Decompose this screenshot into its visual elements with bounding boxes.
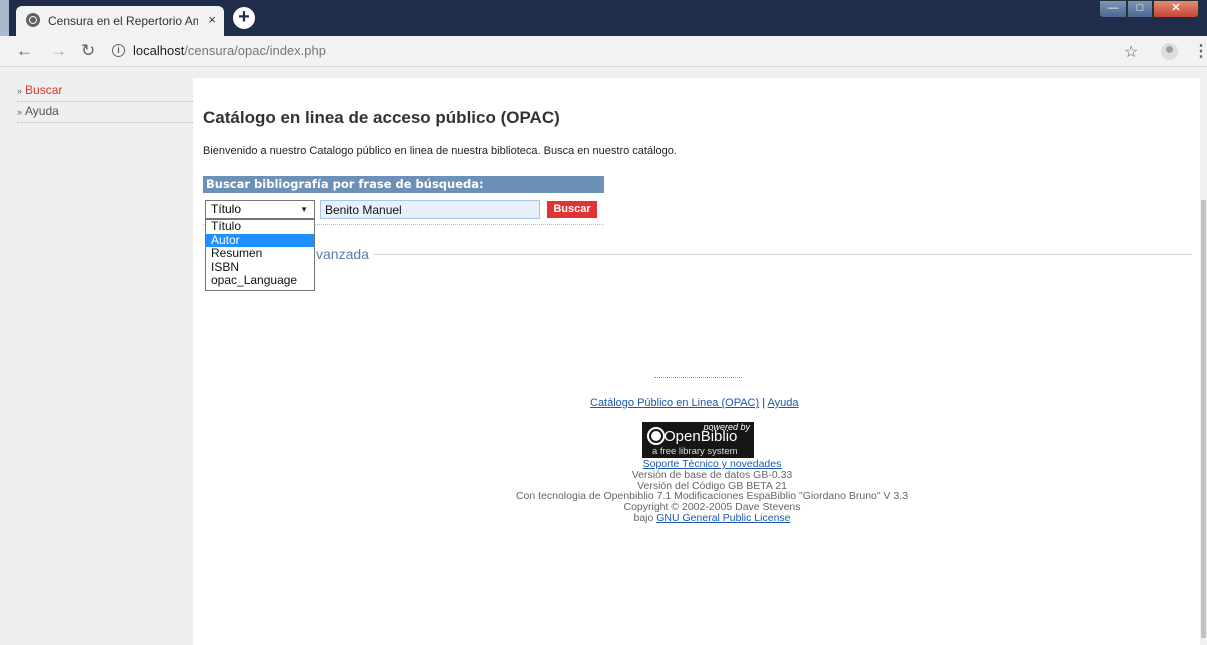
menu-icon[interactable]: ⋮	[1193, 41, 1207, 61]
sidebar-item-ayuda[interactable]: » Ayuda	[17, 102, 193, 123]
dropdown-option-titulo[interactable]: Título	[206, 219, 314, 234]
page-title: Catálogo en linea de acceso público (OPA…	[203, 108, 560, 127]
new-tab-button[interactable]: +	[233, 7, 255, 29]
browser-toolbar: ← → ↻ i localhost/censura/opac/index.php…	[0, 36, 1207, 67]
sidebar-item-label: Ayuda	[25, 104, 59, 118]
tab-title: Censura en el Repertorio Americ	[48, 14, 198, 28]
footer-links: Catálogo Público en Linea (OPAC) | Ayuda	[590, 397, 799, 409]
logo-tagline: a free library system	[652, 446, 738, 457]
welcome-text: Bienvenido a nuestro Catalogo público en…	[203, 145, 677, 157]
footer-info: Soporte Técnico y novedades Versión de b…	[440, 459, 984, 524]
openbiblio-icon	[647, 427, 665, 445]
dropdown-option-isbn[interactable]: ISBN	[206, 260, 314, 275]
db-version: Versión de base de datos GB-0.33	[631, 468, 793, 481]
footer-separator	[654, 377, 742, 378]
footer-link-help[interactable]: Ayuda	[768, 397, 799, 409]
scrollbar-thumb[interactable]	[1201, 200, 1206, 638]
search-type-dropdown: Título Autor Resumen ISBN opac_Language	[205, 219, 315, 291]
window-edge	[0, 0, 9, 36]
minimize-button[interactable]: —	[1099, 0, 1127, 18]
window-controls: — □ ✕	[1099, 0, 1199, 20]
openbiblio-logo[interactable]: powered by OpenBiblio a free library sys…	[642, 422, 754, 458]
search-type-selected: Título	[211, 202, 242, 216]
footer-link-separator: |	[762, 397, 766, 409]
close-window-button[interactable]: ✕	[1153, 0, 1199, 18]
maximize-button[interactable]: □	[1127, 0, 1153, 18]
advanced-search-divider	[374, 254, 1192, 255]
info-icon[interactable]: i	[112, 44, 125, 57]
forward-icon[interactable]: →	[50, 41, 67, 61]
address-bar[interactable]: localhost/censura/opac/index.php	[133, 43, 326, 59]
url-path: /censura/opac/index.php	[184, 43, 326, 58]
dropdown-option-language[interactable]: opac_Language	[206, 273, 314, 288]
footer-link-opac[interactable]: Catálogo Público en Linea (OPAC)	[590, 397, 759, 409]
dropdown-option-resumen[interactable]: Resumen	[206, 246, 314, 261]
double-arrow-icon: »	[17, 86, 23, 96]
sidebar: » Buscar » Ayuda	[7, 78, 193, 645]
reload-icon[interactable]: ↻	[81, 41, 95, 61]
logo-name: OpenBiblio	[664, 428, 738, 445]
license-link[interactable]: GNU General Public License	[656, 512, 790, 524]
sidebar-item-buscar[interactable]: » Buscar	[17, 81, 193, 102]
back-icon[interactable]: ←	[16, 41, 33, 61]
advanced-search-link[interactable]: vanzada	[316, 246, 371, 262]
chevron-down-icon: ▼	[300, 205, 308, 214]
license-prefix: bajo	[633, 511, 654, 524]
browser-titlebar: Censura en el Repertorio Americ × + — □ …	[0, 0, 1207, 36]
search-input[interactable]	[320, 200, 540, 219]
browser-tab[interactable]: Censura en el Repertorio Americ ×	[16, 6, 224, 36]
url-host: localhost	[133, 43, 185, 58]
profile-icon[interactable]	[1161, 43, 1178, 60]
double-arrow-icon: »	[17, 107, 23, 117]
main-content	[193, 78, 1200, 645]
sidebar-item-label: Buscar	[25, 83, 63, 97]
search-form-header: Buscar bibliografía por frase de búsqued…	[203, 176, 604, 193]
search-button[interactable]: Buscar	[547, 201, 597, 218]
dropdown-option-autor[interactable]: Autor	[206, 233, 314, 247]
search-type-select[interactable]: Título ▼	[205, 200, 315, 219]
star-icon[interactable]: ☆	[1124, 42, 1138, 62]
globe-icon	[26, 13, 40, 27]
tab-close-icon[interactable]: ×	[208, 12, 216, 28]
